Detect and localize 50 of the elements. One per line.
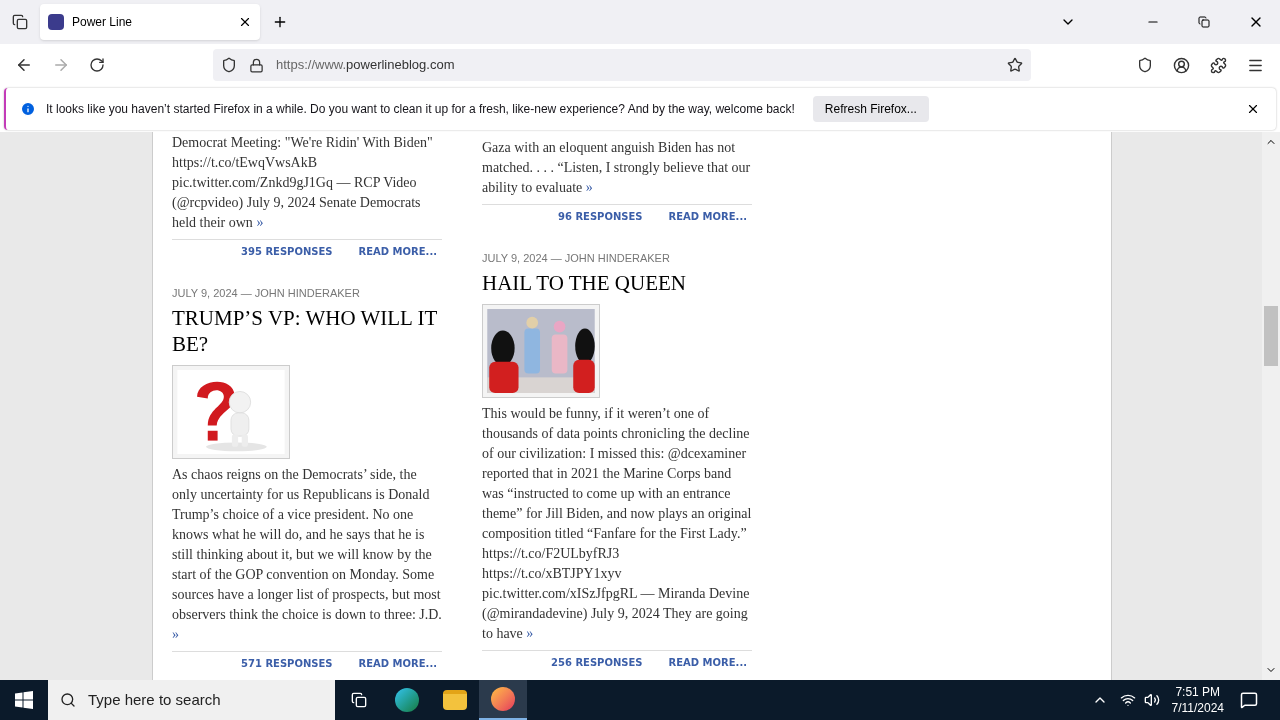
responses-link[interactable]: 571 RESPONSES	[241, 656, 333, 671]
info-icon	[20, 101, 36, 117]
responses-link[interactable]: 256 RESPONSES	[551, 655, 643, 670]
more-link[interactable]: »	[526, 626, 534, 641]
post-excerpt: Gaza with an eloquent anguish Biden has not matched. . . . “Listen, I strongly believe that our ability to evaluate »	[482, 139, 752, 197]
tab-list-icon[interactable]	[12, 14, 28, 30]
back-icon[interactable]	[15, 56, 33, 74]
close-tab-icon[interactable]	[238, 15, 252, 29]
bookmark-star-icon[interactable]	[1007, 57, 1023, 73]
search-icon	[60, 692, 76, 708]
scrollbar-thumb[interactable]	[1264, 306, 1278, 366]
shield-icon[interactable]	[221, 57, 237, 73]
scrollbar[interactable]	[1262, 132, 1280, 680]
responses-link[interactable]: 395 RESPONSES	[241, 244, 333, 259]
more-link[interactable]: »	[172, 627, 179, 642]
post-excerpt: As chaos reigns on the Democrats’ side, the only uncertainty for us Republicans is Donald Trump’s choice of a vice president. No one knows what he will do, and he says that he is still thinking about it, but we will know by the start of the GOP convention on Monday. Some sources have a longer list of prospects, but most observers think the choice is down to three: J.D. »	[172, 466, 442, 644]
volume-icon[interactable]	[1143, 692, 1160, 708]
post-excerpt: Democrat Meeting: "We're Ridin' With Biden" https://t.co/tEwqVwsAkB pic.twitter.com/Znkd9gJ1Gq — RCP Video (@rcpvideo) July 9, 2024 Senate Democrats held their own »	[172, 134, 434, 232]
post-title[interactable]: TRUMP’S VP: WHO WILL IT BE?	[172, 305, 442, 357]
post-meta: JULY 9, 2024 — JOHN HINDERAKER	[172, 286, 361, 301]
lock-icon[interactable]	[249, 57, 264, 73]
tab-title: Power Line	[72, 14, 134, 31]
network-icon[interactable]	[1119, 692, 1136, 708]
post-meta: JULY 9, 2024 — JOHN HINDERAKER	[482, 251, 671, 266]
post-excerpt: This would be funny, if it weren’t one of thousands of data points chronicling the decline of our civilization: I missed this: @dcexaminer reported that in 2021 the Marine Corps band was “instructed to come up with an entrance theme” for Jill Biden, and now plays an original composition titled “Fanfare for the First Lady.” https://t.co/F2ULbyfRJ3 https://t.co/xBTJPY1xyv pic.twitter.com/xISzJfpgRL — Miranda Devine (@mirandadevine) July 9, 2024 They are going to have »	[482, 405, 752, 643]
read-more-link[interactable]: READ MORE...	[668, 655, 747, 670]
more-link[interactable]: »	[585, 180, 593, 195]
account-icon[interactable]	[1173, 56, 1190, 74]
more-link[interactable]: »	[256, 215, 264, 230]
windows-logo-icon	[15, 691, 33, 709]
refresh-firefox-button[interactable]: Refresh Firefox...	[812, 96, 929, 122]
read-more-link[interactable]: READ MORE...	[358, 656, 437, 671]
restore-icon[interactable]	[1198, 16, 1210, 28]
notifications-icon[interactable]	[1240, 691, 1258, 709]
responses-link[interactable]: 96 RESPONSES	[558, 209, 643, 224]
read-more-link[interactable]: READ MORE...	[668, 209, 747, 224]
clock-date[interactable]: 7/11/2024	[1171, 700, 1224, 716]
new-tab-icon[interactable]	[272, 14, 288, 30]
clock-time[interactable]: 7:51 PM	[1175, 684, 1221, 700]
url-text: https://www.powerlineblog.com	[276, 56, 456, 75]
extensions-icon[interactable]	[1210, 56, 1227, 74]
taskbar-search-field[interactable]: Type here to search	[48, 680, 335, 720]
reload-icon[interactable]	[89, 57, 105, 73]
close-notification-icon[interactable]	[1246, 102, 1260, 116]
site-favicon-icon	[48, 14, 64, 30]
browser-tab[interactable]: Power Line	[40, 4, 260, 40]
address-bar[interactable]: https://www.powerlineblog.com	[213, 49, 1031, 81]
read-more-link[interactable]: READ MORE...	[358, 244, 437, 259]
post-title[interactable]: HAIL TO THE QUEEN	[482, 270, 752, 296]
notification-message: It looks like you haven’t started Firefox in a while. Do you want to clean it up for a fresh, like-new experience? And by the way, welcome back!	[46, 101, 795, 118]
